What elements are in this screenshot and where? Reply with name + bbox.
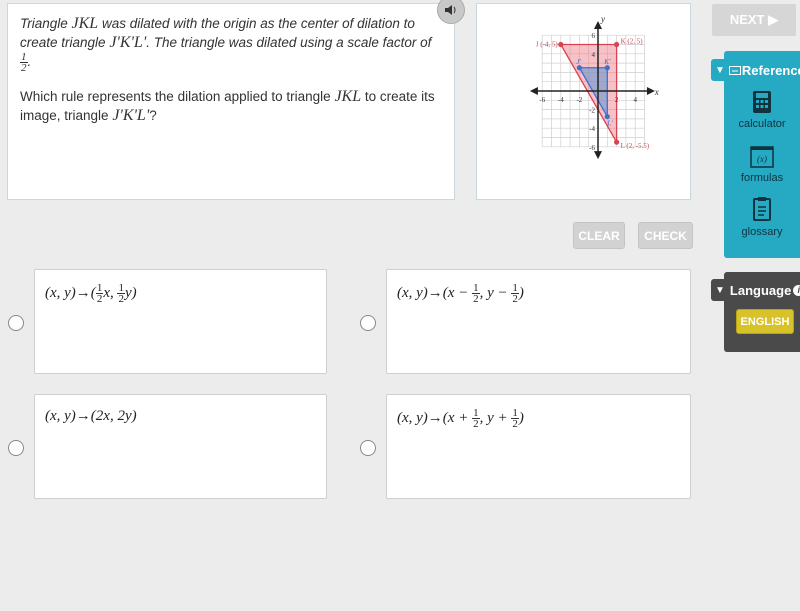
english-button[interactable]: ENGLISH (736, 309, 794, 334)
expr-part: ) (518, 284, 524, 301)
glossary-label: glossary (741, 226, 783, 238)
calculator-label: calculator (738, 118, 786, 130)
option-a-radio[interactable] (8, 315, 24, 331)
triangle-jkl-prime: J'K'L' (112, 107, 150, 124)
expr-part: (x, y)→(x − (397, 284, 473, 301)
collapse-triangle-icon: ▼ (715, 284, 725, 296)
glossary-tool[interactable]: glossary (724, 196, 800, 238)
point-l-prime (604, 113, 610, 120)
question-paragraph-2: Which rule represents the dilation appli… (20, 87, 442, 125)
x-tick-label: -2 (576, 96, 582, 104)
point-label: J (-4, 5) (536, 41, 559, 49)
option-d-expression: (x, y)→(x + 12, y + 1 2) (397, 408, 524, 430)
denominator: 2 (512, 293, 518, 305)
expr-part: x, (103, 284, 118, 301)
option-a-expression: (x, y)→(1 2 x, 1 2 y) (45, 283, 137, 305)
formulas-icon: (x) (750, 146, 774, 168)
book-icon (728, 65, 741, 75)
speaker-icon (445, 5, 456, 15)
y-tick-label: -6 (589, 144, 595, 152)
denominator: 2 (473, 418, 479, 430)
question-paragraph-1: Triangle JKL was dilated with the origin… (20, 15, 432, 74)
option-c[interactable]: (x, y)→(2x, 2y) (34, 394, 327, 499)
option-b[interactable]: (x, y)→(x − 12, y − 1 2) (386, 269, 691, 374)
y-axis-arrow-down (594, 151, 602, 160)
point-label: L (2, -5.5) (621, 142, 650, 150)
calculator-tool[interactable]: calculator (724, 90, 800, 130)
expr-part: (x, y)→(x + (397, 409, 473, 426)
point-k (614, 41, 620, 48)
question-text: ? (149, 108, 157, 123)
y-axis-label: y (600, 14, 605, 24)
point-label: K (2, 5) (621, 38, 644, 46)
expr-part: , y − (479, 284, 512, 301)
denominator: 2 (512, 418, 518, 430)
question-text: Which rule represents the dilation appli… (20, 89, 335, 104)
glossary-icon (753, 197, 771, 221)
coordinate-graph: -6 -4 -2 2 4 6 4 -2 -4 -6 x y J (-4, 5) K (2, 5) L (2,… (529, 14, 659, 160)
question-card: Triangle JKL was dilated with the origin… (7, 3, 455, 200)
point-label: J' (576, 58, 581, 66)
y-tick-label: 4 (592, 51, 596, 59)
point-j-prime (576, 65, 582, 71)
option-d[interactable]: (x, y)→(x + 12, y + 1 2) (386, 394, 691, 499)
language-title: Language (729, 282, 792, 298)
reference-header[interactable]: ▼ Reference (711, 59, 800, 81)
check-button[interactable]: CHECK (638, 222, 693, 249)
x-tick-label: 2 (615, 96, 619, 104)
x-axis-arrow-left (529, 87, 538, 95)
option-b-expression: (x, y)→(x − 12, y − 1 2) (397, 283, 524, 305)
point-label: K' (603, 58, 611, 66)
denominator: 2 (21, 62, 27, 74)
language-header[interactable]: ▼ Language i (711, 279, 800, 301)
option-a[interactable]: (x, y)→(1 2 x, 1 2 y) (34, 269, 327, 374)
svg-text:(x): (x) (757, 154, 767, 164)
question-text: Triangle (20, 16, 72, 31)
calculator-icon (753, 91, 771, 113)
triangle-jkl: JKL (334, 88, 362, 105)
denominator: 2 (118, 293, 124, 305)
y-tick-label: 6 (592, 32, 596, 40)
collapse-triangle-icon: ▼ (715, 64, 725, 76)
x-axis-label: x (654, 87, 659, 97)
y-tick-label: -4 (589, 125, 595, 133)
expr-part: y) (124, 284, 137, 301)
triangle-jkl-prime: J'K'L' (109, 34, 147, 51)
denominator: 2 (473, 293, 479, 305)
point-label: L' (606, 120, 613, 128)
triangle-jkl: JKL (71, 15, 99, 32)
option-d-radio[interactable] (360, 440, 376, 456)
x-tick-label: -4 (558, 96, 564, 104)
option-b-radio[interactable] (360, 315, 376, 331)
formulas-label: formulas (740, 172, 784, 184)
option-c-expression: (x, y)→(2x, 2y) (45, 408, 137, 424)
question-text: . The triangle was dilated using a scale… (146, 35, 432, 50)
point-j (558, 41, 564, 48)
reference-title: Reference (741, 62, 800, 78)
x-tick-label: 4 (633, 96, 637, 104)
next-button[interactable]: NEXT ▶ (712, 4, 796, 36)
expr-part: (x, y)→( (45, 284, 96, 301)
expr-part: , y + (479, 409, 512, 426)
graph-card: -6 -4 -2 2 4 6 4 -2 -4 -6 x y J (-4, 5) K (2, 5) L (2,… (476, 3, 691, 200)
point-k-prime (604, 65, 610, 71)
info-icon[interactable]: i (793, 284, 800, 296)
clear-button[interactable]: CLEAR (573, 222, 625, 249)
x-tick-label: -6 (539, 96, 545, 104)
scale-factor: 12 (20, 52, 28, 74)
formulas-tool[interactable]: (x) formulas (724, 146, 800, 184)
point-l (614, 139, 620, 145)
y-tick-label: -2 (589, 107, 595, 115)
expr-part: ) (518, 409, 524, 426)
option-c-radio[interactable] (8, 440, 24, 456)
audio-button[interactable] (437, 0, 465, 24)
